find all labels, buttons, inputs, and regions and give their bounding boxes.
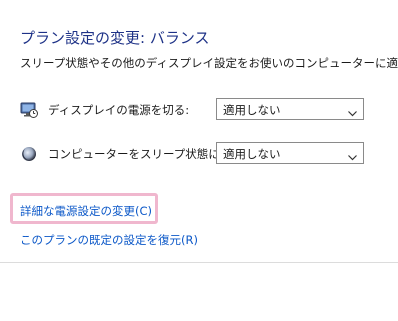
divider	[0, 262, 398, 263]
sleep-row: コンピューターをスリープ状態にする: 適用しない	[20, 142, 398, 166]
display-off-label: ディスプレイの電源を切る:	[48, 103, 190, 117]
power-plan-settings-page: プラン設定の変更: バランス スリープ状態やその他のディスプレイ設定をお使いのコ…	[0, 0, 398, 321]
display-off-select[interactable]: 適用しない	[216, 98, 364, 120]
sleep-select[interactable]: 適用しない	[216, 142, 364, 164]
sleep-select-value: 適用しない	[223, 147, 281, 161]
advanced-power-settings-link[interactable]: 詳細な電源設定の変更(C)	[20, 203, 152, 219]
chevron-down-icon	[347, 148, 358, 161]
display-power-icon	[20, 101, 38, 119]
restore-defaults-link[interactable]: このプランの既定の設定を復元(R)	[20, 232, 198, 248]
display-off-row: ディスプレイの電源を切る: 適用しない	[20, 98, 398, 122]
page-subtitle: スリープ状態やその他のディスプレイ設定をお使いのコンピューターに適用するまでの時	[20, 56, 398, 70]
sleep-moon-icon	[20, 145, 38, 163]
display-off-select-value: 適用しない	[223, 103, 281, 117]
chevron-down-icon	[347, 104, 358, 117]
page-title: プラン設定の変更: バランス	[20, 29, 210, 47]
